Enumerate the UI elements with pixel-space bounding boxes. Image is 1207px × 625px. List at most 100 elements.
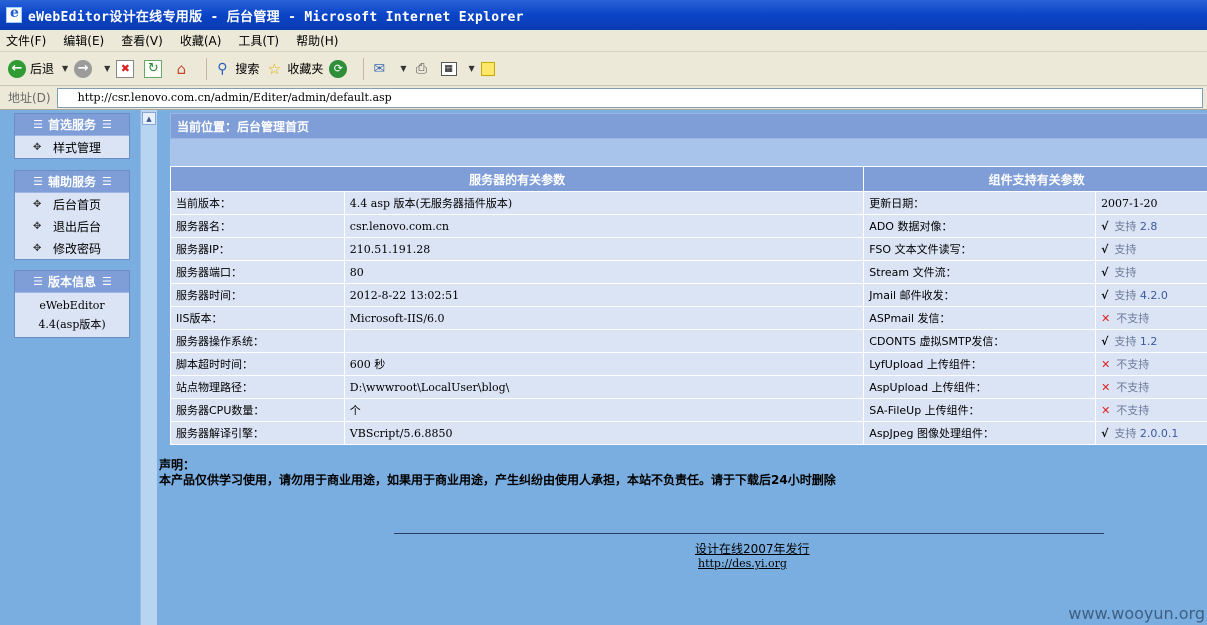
param-label: 服务器端口： (170, 260, 345, 284)
param-label: 服务器IP： (170, 237, 345, 261)
refresh-button[interactable]: ↻ (144, 59, 166, 78)
history-button[interactable]: ⟳ (329, 59, 351, 78)
menu-file[interactable]: 文件(F) (6, 32, 46, 49)
back-dropdown-icon[interactable]: ▼ (62, 64, 68, 73)
sidebar-item-label: 退出后台 (53, 219, 102, 234)
component-version: 2.8 (1139, 220, 1158, 233)
status-text: 不支持 (1116, 404, 1150, 417)
stop-icon: ✖ (116, 59, 135, 78)
print-icon: ⎙ (415, 60, 428, 77)
component-label: Jmail 邮件收发： (863, 283, 1097, 307)
back-button[interactable]: ← 后退 (8, 59, 54, 78)
bars-icon: ☰ (33, 118, 43, 131)
watermark: www.wooyun.org (1068, 604, 1205, 623)
param-value: csr.lenovo.com.cn (343, 214, 865, 238)
left-menu-panel: ☰ 首选服务 ☰ ✥ 样式管理 ☰ 辅助服务 ☰ ✥ 后台首页 ✥ 退出后台 ✥… (0, 110, 140, 625)
search-button-label: 搜索 (235, 62, 260, 76)
param-label: 服务器CPU数量： (170, 398, 345, 422)
status-text: 支持 (1114, 220, 1137, 233)
table-header-row: 服务器的有关参数 组件支持有关参数 (169, 166, 1207, 192)
status-text: 支持 (1114, 335, 1137, 348)
favorites-button-label: 收藏夹 (287, 62, 324, 76)
check-icon: √ (1101, 220, 1109, 233)
param-value (343, 329, 865, 353)
window-title: eWebEditor设计在线专用版 - 后台管理 - Microsoft Int… (28, 9, 524, 25)
component-status: ✕ 不支持 (1095, 352, 1207, 376)
menu-view[interactable]: 查看(V) (121, 32, 163, 49)
home-button[interactable]: ⌂ (172, 60, 194, 78)
status-text: 支持 (1114, 266, 1137, 279)
cross-icon: ✕ (1101, 358, 1111, 371)
scroll-up-icon[interactable]: ▲ (142, 112, 156, 125)
note-icon (480, 61, 495, 76)
menu-edit[interactable]: 编辑(E) (63, 32, 104, 49)
toolbar-separator (206, 57, 208, 80)
status-text: 支持 (1114, 427, 1137, 440)
search-icon: ⚲ (217, 60, 228, 77)
param-value: 个 (343, 398, 865, 422)
footer-publisher-link[interactable]: 设计在线2007年发行 (695, 540, 810, 557)
menu-favorites[interactable]: 收藏(A) (180, 32, 222, 49)
aux-services-title: 辅助服务 (47, 175, 96, 189)
edit-button[interactable]: ▦ (440, 61, 461, 76)
preferred-services-header: ☰ 首选服务 ☰ (15, 114, 129, 136)
table-row: 服务器名： csr.lenovo.com.cn ADO 数据对像： √ 支持 2.8 (170, 214, 1207, 238)
check-icon: √ (1101, 243, 1109, 256)
param-label: IIS版本： (170, 306, 345, 330)
status-text: 不支持 (1116, 381, 1150, 394)
location-spacer (170, 139, 1207, 166)
component-label: AspJpeg 图像处理组件： (863, 421, 1097, 445)
sidebar-item-admin-home[interactable]: ✥ 后台首页 (15, 193, 129, 215)
preferred-services-box: ☰ 首选服务 ☰ ✥ 样式管理 (14, 113, 130, 159)
menu-help[interactable]: 帮助(H) (296, 32, 338, 49)
param-value: 4.4 asp 版本(无服务器插件版本) (343, 191, 865, 215)
component-status: √ 支持 1.2 (1095, 329, 1207, 353)
mail-icon: ✉ (373, 60, 386, 77)
disclaimer-title: 声明： (159, 458, 196, 472)
search-button[interactable]: ⚲ 搜索 (213, 60, 259, 78)
param-label: 脚本超时时间： (170, 352, 345, 376)
edit-dropdown-icon[interactable]: ▼ (469, 64, 475, 73)
param-value: 210.51.191.28 (343, 237, 865, 261)
footer-url-link[interactable]: http://des.yi.org (698, 557, 787, 570)
browser-toolbar: ← 后退 ▼ → ▼ ✖ ↻ ⌂ ⚲ 搜索 ☆ 收藏夹 ⟳ ✉ ▼ ⎙ ▦ ▼ (0, 52, 1207, 86)
check-icon: √ (1101, 289, 1109, 302)
bars-icon: ☰ (33, 175, 43, 188)
mail-dropdown-icon[interactable]: ▼ (400, 64, 406, 73)
forward-arrow-icon: → (74, 59, 93, 78)
forward-dropdown-icon[interactable]: ▼ (104, 64, 110, 73)
cross-icon: ✕ (1101, 312, 1111, 325)
address-input[interactable]: http://csr.lenovo.com.cn/admin/Editer/ad… (56, 87, 1203, 108)
sidebar-item-label: 修改密码 (53, 241, 102, 256)
discuss-button[interactable] (480, 61, 499, 76)
print-button[interactable]: ⎙ (413, 60, 435, 78)
component-status: √ 支持 (1095, 260, 1207, 284)
bars-icon: ☰ (33, 275, 43, 288)
frame-scroll-strip[interactable]: ▲ (140, 110, 157, 625)
favorites-button[interactable]: ☆ 收藏夹 (265, 60, 324, 78)
table-row: 站点物理路径： D:\wwwroot\LocalUser\blog\ AspUplo… (170, 375, 1207, 399)
mail-button[interactable]: ✉ (370, 60, 392, 78)
sidebar-item-change-password[interactable]: ✥ 修改密码 (15, 237, 129, 259)
forward-button[interactable]: → (74, 59, 96, 78)
aux-services-header: ☰ 辅助服务 ☰ (15, 171, 129, 193)
sidebar-item-logout[interactable]: ✥ 退出后台 (15, 215, 129, 237)
footer-divider (394, 533, 1104, 534)
component-status: √ 支持 2.8 (1095, 214, 1207, 238)
component-label: Stream 文件流： (863, 260, 1097, 284)
breadcrumb: 当前位置：后台管理首页 (170, 113, 1207, 139)
server-params-table: 服务器的有关参数 组件支持有关参数 当前版本： 4.4 asp 版本(无服务器插件… (169, 166, 1207, 445)
component-status: ✕ 不支持 (1095, 306, 1207, 330)
table-row: 当前版本： 4.4 asp 版本(无服务器插件版本) 更新日期： 2007-1-20 (170, 191, 1207, 215)
bars-icon: ☰ (102, 275, 112, 288)
component-status: √ 支持 4.2.0 (1095, 283, 1207, 307)
menu-tools[interactable]: 工具(T) (238, 32, 279, 49)
refresh-icon: ↻ (144, 59, 163, 78)
sidebar-item-style-manage[interactable]: ✥ 样式管理 (15, 136, 129, 158)
history-icon: ⟳ (329, 59, 348, 78)
stop-button[interactable]: ✖ (116, 59, 138, 78)
version-info-box: ☰ 版本信息 ☰ eWebEditor 4.4(asp版本) (14, 270, 130, 338)
bars-icon: ☰ (102, 118, 112, 131)
version-number: 4.4(asp版本) (38, 318, 106, 331)
component-status: √ 支持 2.0.0.1 (1095, 421, 1207, 445)
